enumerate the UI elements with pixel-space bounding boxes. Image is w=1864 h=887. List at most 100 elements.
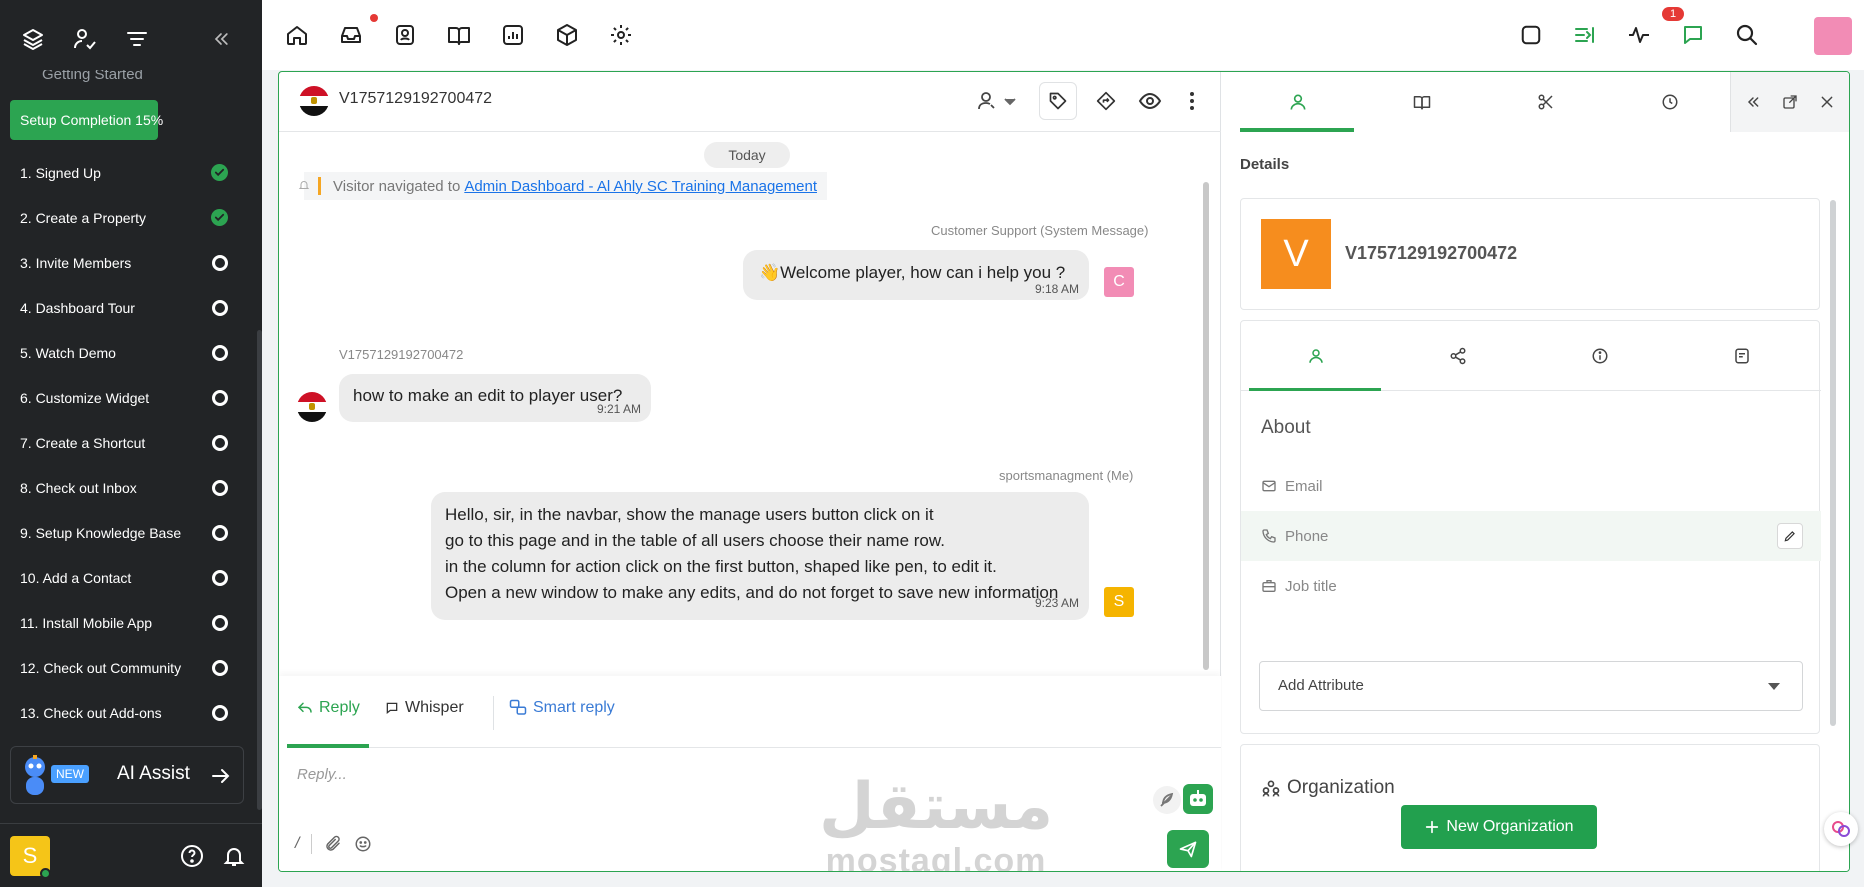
sidebar-scrollbar[interactable] <box>257 330 262 810</box>
emoji-icon[interactable] <box>354 835 372 853</box>
message-line: go to this page and in the table of all … <box>445 531 945 550</box>
square-window-icon[interactable] <box>1518 22 1544 48</box>
help-icon[interactable] <box>180 844 204 868</box>
eye-icon[interactable] <box>1137 88 1163 114</box>
message-time: 9:21 AM <box>597 402 642 416</box>
tab-whisper[interactable]: Whisper <box>385 699 464 717</box>
profile-avatar[interactable] <box>1814 17 1852 55</box>
setup-step-item[interactable]: 5. Watch Demo <box>0 330 250 375</box>
setup-step-item[interactable]: 13. Check out Add-ons <box>0 690 250 735</box>
message-text: how to make an edit to player user? <box>353 386 623 405</box>
empty-circle-icon <box>212 344 228 361</box>
assign-user-dropdown-icon[interactable] <box>977 88 1021 114</box>
feather-icon[interactable] <box>1153 786 1181 814</box>
more-vertical-icon[interactable] <box>1179 88 1205 114</box>
setup-step-item[interactable]: 1. Signed Up <box>0 150 250 195</box>
phone-field[interactable]: Phone <box>1241 511 1821 561</box>
conversation-title: V1757129192700472 <box>339 90 493 107</box>
about-title: About <box>1261 417 1311 438</box>
open-external-icon[interactable] <box>1782 94 1798 110</box>
navigation-prefix: Visitor navigated to <box>333 177 461 195</box>
empty-circle-icon <box>212 434 228 451</box>
search-icon[interactable] <box>1734 22 1760 48</box>
visitor-name: V1757129192700472 <box>1345 243 1518 263</box>
setup-step-item[interactable]: 6. Customize Widget <box>0 375 250 420</box>
tab-notes[interactable] <box>1675 321 1809 391</box>
route-diamond-icon[interactable] <box>1093 88 1119 114</box>
setup-step-item[interactable]: 8. Check out Inbox <box>0 465 250 510</box>
setup-step-item[interactable]: 3. Invite Members <box>0 240 250 285</box>
setup-step-label: 4. Dashboard Tour <box>20 299 135 316</box>
email-field[interactable]: Email <box>1241 461 1821 511</box>
messages-scrollbar[interactable] <box>1203 182 1209 670</box>
send-button[interactable] <box>1167 830 1209 868</box>
slash-command-button[interactable]: / <box>295 835 299 853</box>
bell-icon[interactable] <box>222 844 246 868</box>
message-line: in the column for action click on the fi… <box>445 557 997 576</box>
job-title-field[interactable]: Job title <box>1241 561 1821 611</box>
add-attribute-dropdown[interactable]: Add Attribute <box>1259 661 1803 711</box>
contact-info-tabs <box>1241 321 1821 391</box>
ai-brain-icon[interactable] <box>1824 812 1858 846</box>
package-cube-icon[interactable] <box>554 22 580 48</box>
new-badge: NEW <box>51 765 89 783</box>
book-open-icon[interactable] <box>446 22 472 48</box>
chat-bubble-icon[interactable] <box>1680 22 1706 48</box>
message-text: 👋Welcome player, how can i help you ? <box>759 263 1066 282</box>
sidebar-faded-item[interactable]: Getting Started <box>42 70 143 84</box>
tab-reply[interactable]: Reply <box>297 699 360 717</box>
ai-assist-button[interactable]: NEW AI Assist <box>10 746 244 804</box>
collapse-sidebar-icon[interactable] <box>206 24 236 54</box>
tab-history[interactable] <box>1608 72 1732 132</box>
tab-knowledge[interactable] <box>1360 72 1484 132</box>
setup-completion-badge[interactable]: Setup Completion 15% <box>10 100 163 140</box>
active-tab-indicator <box>1249 388 1381 391</box>
tab-info[interactable] <box>1533 321 1667 391</box>
new-organization-button[interactable]: New Organization <box>1401 805 1597 849</box>
tab-snippets[interactable] <box>1484 72 1608 132</box>
panel-toggle-icon[interactable] <box>1572 22 1598 48</box>
edit-phone-button[interactable] <box>1777 523 1803 549</box>
filter-lines-icon[interactable] <box>122 24 152 54</box>
close-icon[interactable] <box>1819 94 1835 110</box>
setup-step-label: 12. Check out Community <box>20 659 182 676</box>
setup-step-item[interactable]: 7. Create a Shortcut <box>0 420 250 465</box>
agent-avatar: C <box>1104 267 1134 297</box>
message-sender: V1757129192700472 <box>339 347 464 362</box>
setup-step-item[interactable]: 9. Setup Knowledge Base <box>0 510 250 555</box>
layers-icon[interactable] <box>18 24 48 54</box>
contact-info-card: About Email Phone Job title Add Attribut… <box>1240 320 1821 734</box>
activity-pulse-icon[interactable] <box>1626 22 1652 48</box>
chevron-down-icon <box>1768 683 1780 690</box>
tab-share[interactable] <box>1391 321 1525 391</box>
setup-step-label: 7. Create a Shortcut <box>20 434 146 451</box>
tab-smart-reply[interactable]: Smart reply <box>509 699 615 717</box>
event-marker <box>318 177 321 195</box>
inbox-icon[interactable] <box>338 22 364 48</box>
setup-step-item[interactable]: 11. Install Mobile App <box>0 600 250 645</box>
empty-circle-icon <box>212 524 228 541</box>
user-check-icon[interactable] <box>70 24 100 54</box>
tab-profile[interactable] <box>1236 72 1360 132</box>
tab-about[interactable] <box>1249 321 1383 391</box>
tab-smart-reply-label: Smart reply <box>533 699 615 716</box>
empty-circle-icon <box>212 254 228 271</box>
navigation-link[interactable]: Admin Dashboard - Al Ahly SC Training Ma… <box>464 178 817 195</box>
setup-step-item[interactable]: 2. Create a Property <box>0 195 250 240</box>
reply-input[interactable]: Reply... <box>297 766 347 783</box>
setup-step-item[interactable]: 12. Check out Community <box>0 645 250 690</box>
bot-icon[interactable] <box>1183 784 1213 814</box>
settings-gear-icon[interactable] <box>608 22 634 48</box>
collapse-panel-icon[interactable] <box>1745 94 1761 110</box>
new-organization-label: New Organization <box>1446 818 1574 835</box>
setup-step-item[interactable]: 4. Dashboard Tour <box>0 285 250 330</box>
empty-circle-icon <box>212 479 228 496</box>
visitor-card: V V1757129192700472 <box>1240 198 1820 310</box>
home-icon[interactable] <box>284 22 310 48</box>
reports-chart-icon[interactable] <box>500 22 526 48</box>
contacts-icon[interactable] <box>392 22 418 48</box>
details-scrollbar[interactable] <box>1830 200 1836 726</box>
tag-icon[interactable] <box>1039 82 1077 120</box>
setup-step-item[interactable]: 10. Add a Contact <box>0 555 250 600</box>
attachment-icon[interactable] <box>324 835 342 853</box>
